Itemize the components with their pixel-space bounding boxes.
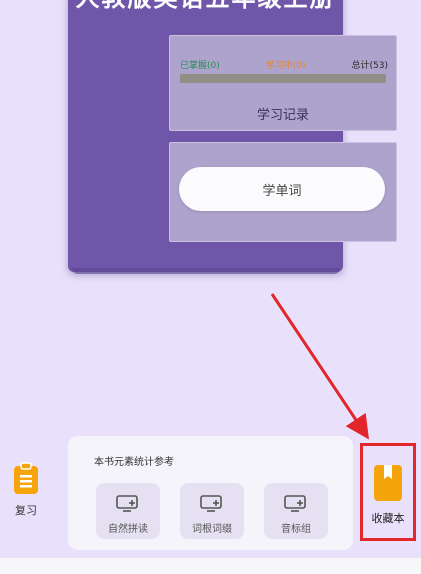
review-nav-item[interactable]: 复习: [4, 462, 48, 518]
chip-label: 词根词缀: [192, 524, 232, 535]
clipboard-icon: [14, 462, 38, 494]
card-add-icon: [284, 495, 306, 512]
favorites-nav-item[interactable]: 收藏本: [360, 443, 416, 541]
bookmark-book-icon: [374, 465, 402, 501]
phonics-chip[interactable]: 自然拼读: [96, 483, 160, 539]
favorites-label: 收藏本: [371, 512, 405, 525]
bottom-bar: [0, 558, 421, 574]
phonetic-group-chip[interactable]: 音标组: [264, 483, 328, 539]
review-label: 复习: [15, 504, 37, 517]
card-add-icon: [200, 495, 222, 512]
word-root-chip[interactable]: 词根词缀: [180, 483, 244, 539]
book-elements-card: 本书元素统计参考 自然拼读 词根词缀 音标组: [68, 436, 353, 550]
card-add-icon: [116, 495, 138, 512]
chip-label: 自然拼读: [108, 524, 148, 535]
chip-label: 音标组: [281, 524, 311, 535]
card-title: 本书元素统计参考: [94, 457, 174, 468]
